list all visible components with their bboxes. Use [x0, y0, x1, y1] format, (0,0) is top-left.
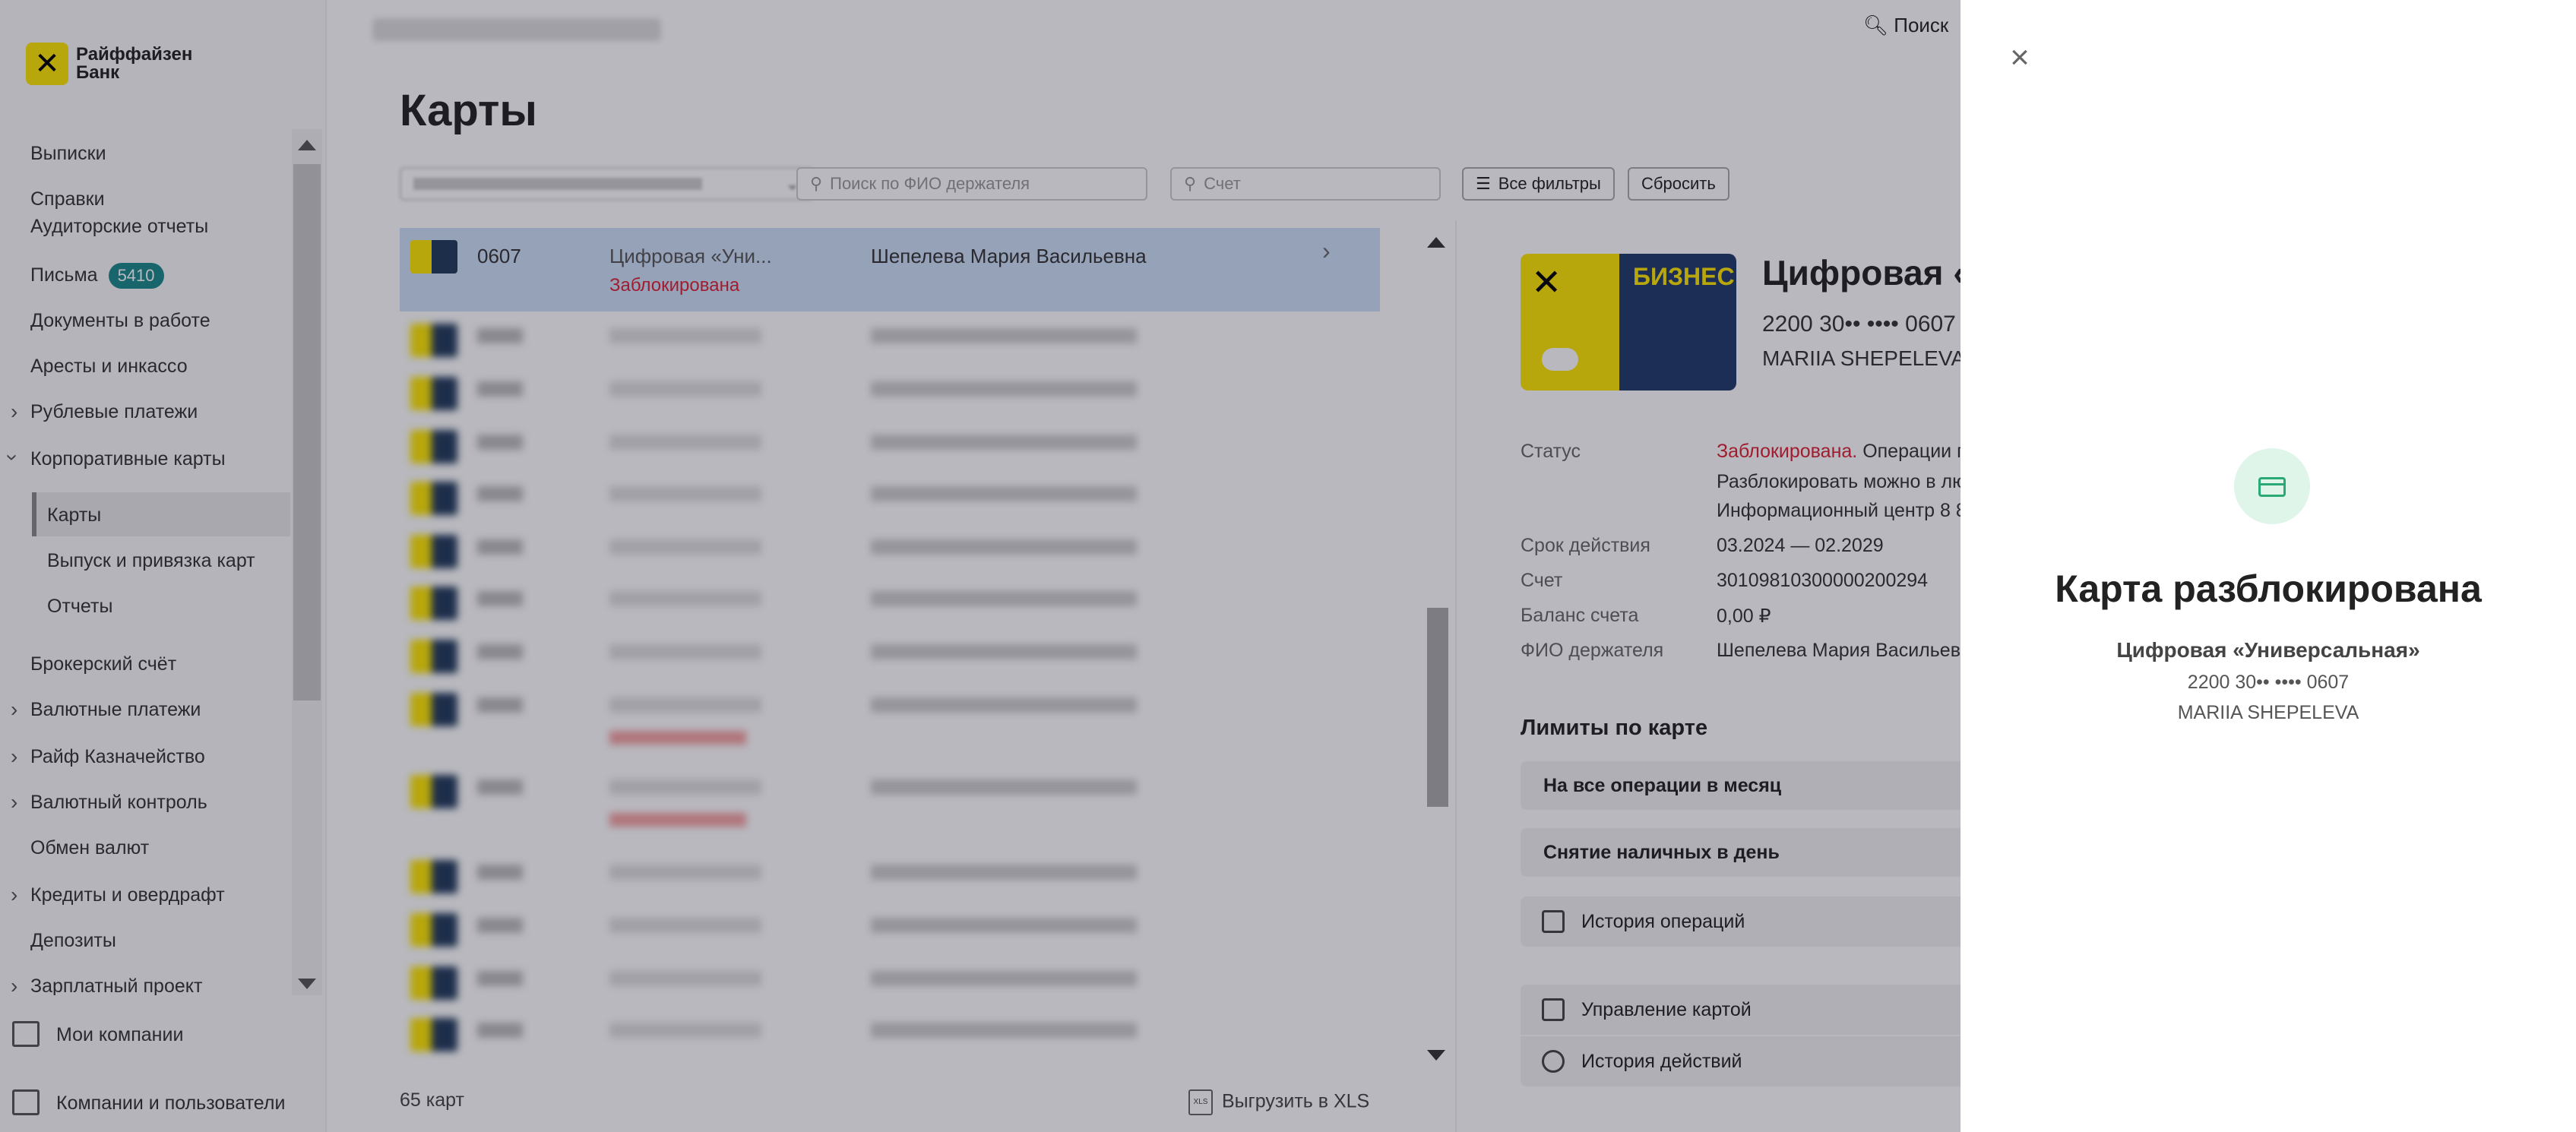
- app-window: ✕ Райффайзен Банк Выписки Справки Аудито…: [0, 0, 2576, 1132]
- success-icon-circle: [2234, 448, 2310, 524]
- drawer-title: Карта разблокирована: [2055, 568, 2482, 610]
- modal-overlay[interactable]: [0, 0, 1960, 1132]
- drawer-card-name: Цифровая «Универсальная»: [2116, 638, 2420, 662]
- drawer-card-pan: 2200 30•• •••• 0607: [2187, 672, 2350, 693]
- credit-card-icon: [2258, 477, 2286, 497]
- success-drawer: × Карта разблокирована Цифровая «Универс…: [1960, 0, 2576, 1132]
- drawer-card-owner: MARIIA SHEPELEVA: [2177, 702, 2359, 723]
- close-icon[interactable]: ×: [2005, 41, 2035, 74]
